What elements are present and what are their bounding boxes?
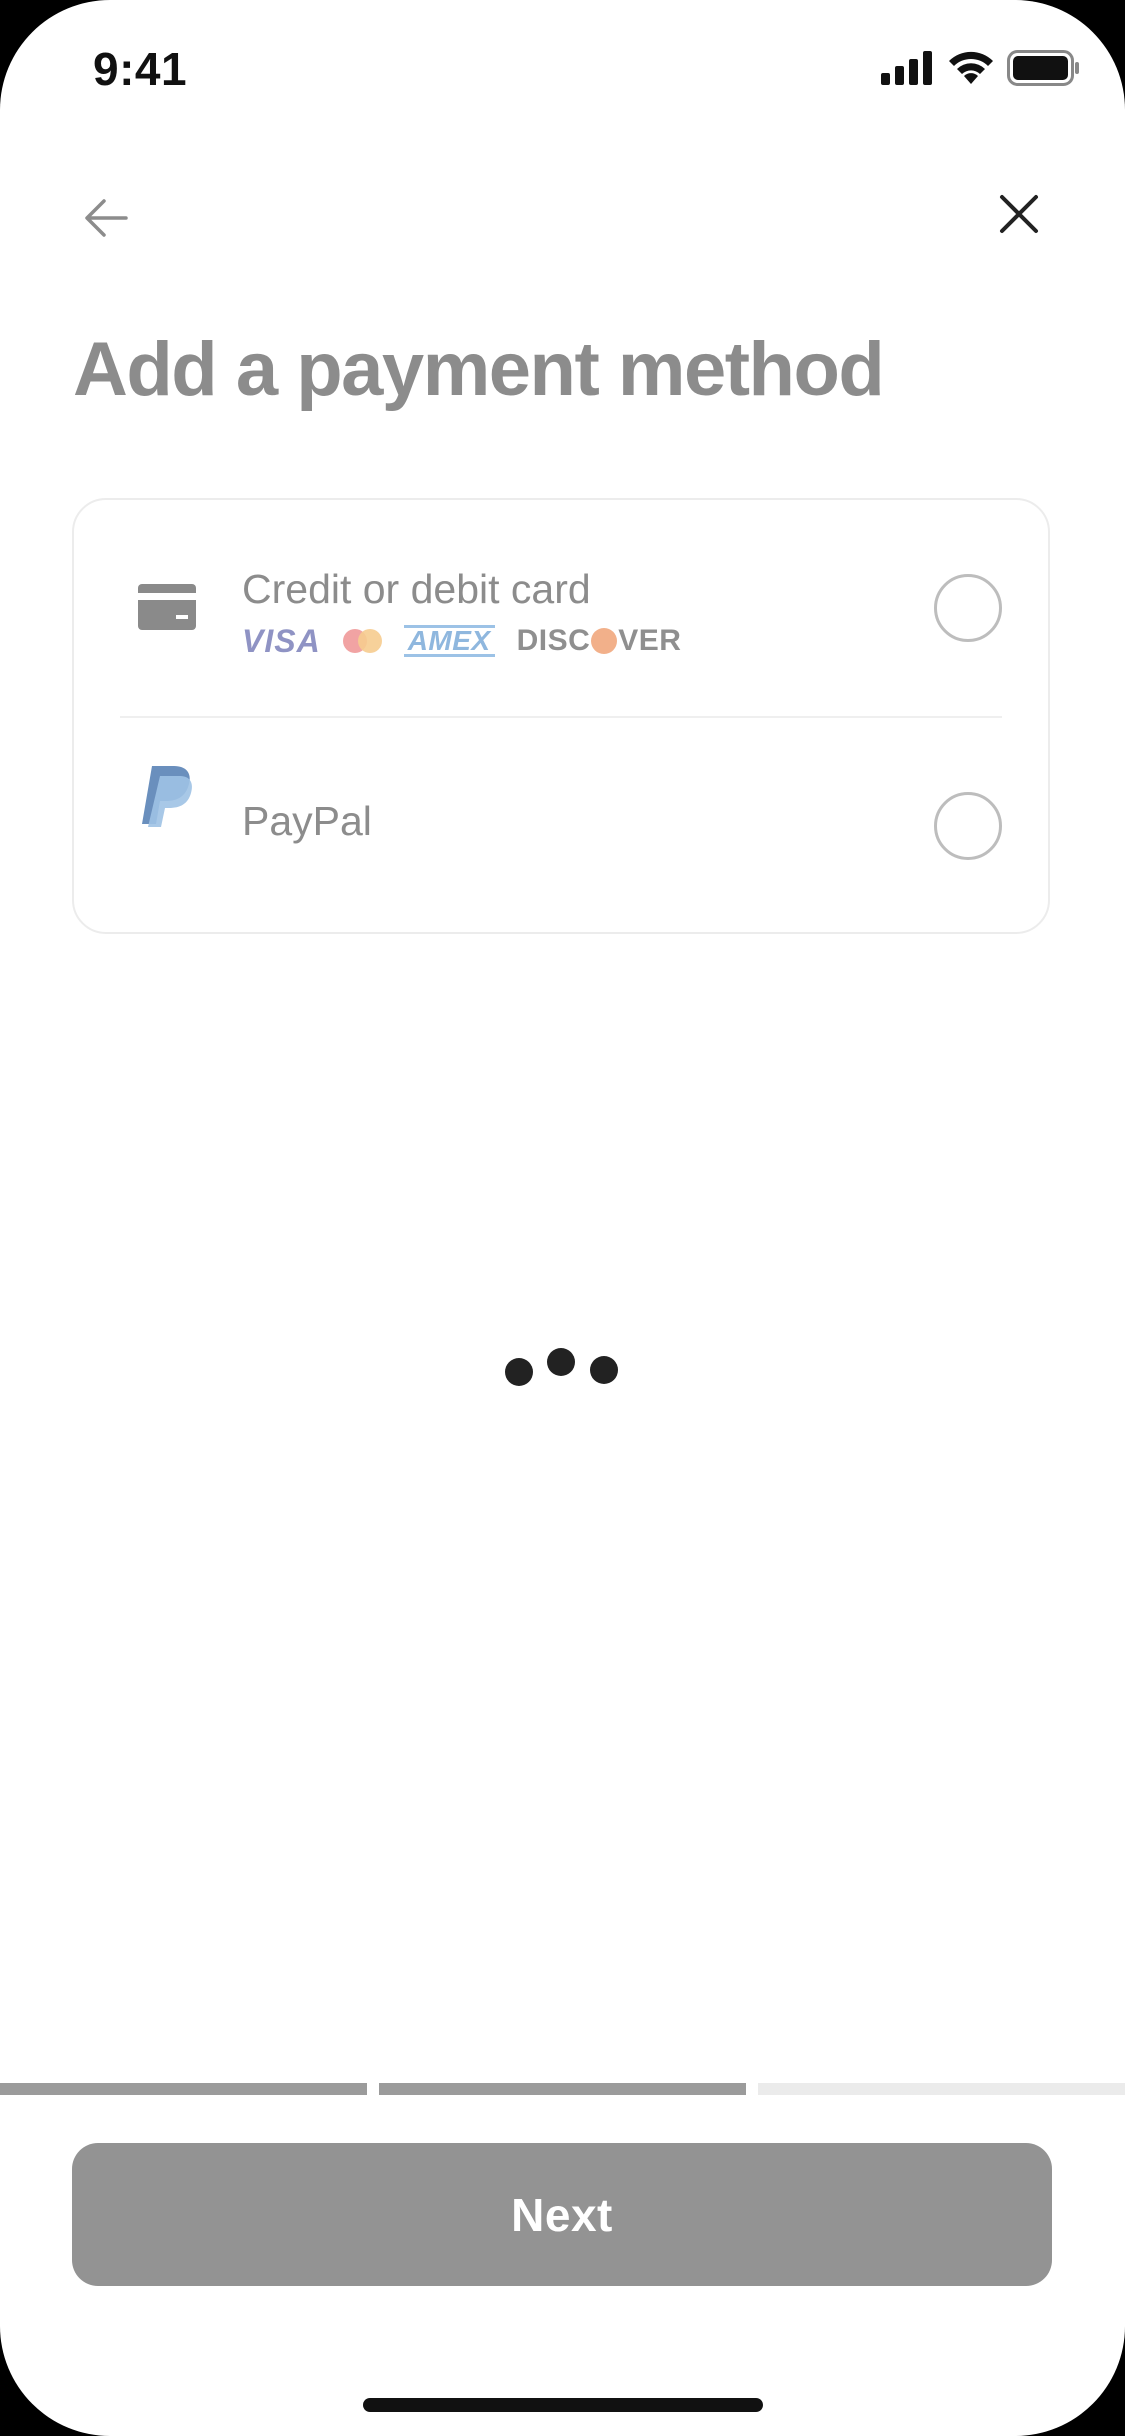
screen: 9:41 Add a payment method Credit or debi…	[0, 0, 1125, 2436]
status-time: 9:41	[93, 43, 188, 95]
radio-credit-card[interactable]	[934, 574, 1002, 642]
discover-logo: DISC VER	[517, 624, 682, 658]
progress-step	[0, 2083, 367, 2095]
progress-step	[758, 2083, 1125, 2095]
credit-card-icon	[138, 584, 196, 635]
discover-prefix: DISC	[516, 624, 591, 657]
visa-logo: VISA	[242, 622, 321, 659]
home-indicator	[363, 2398, 763, 2412]
loading-dot	[547, 1348, 575, 1376]
card-brand-logos: VISA AMEX DISC VER	[242, 622, 682, 659]
amex-logo: AMEX	[403, 625, 495, 657]
progress-bar	[0, 2083, 1125, 2095]
back-button[interactable]	[66, 180, 146, 260]
battery-icon	[1007, 49, 1081, 91]
mastercard-logo	[342, 629, 382, 653]
page-title: Add a payment method	[73, 327, 885, 412]
arrow-left-icon	[82, 196, 130, 245]
signal-icon	[881, 50, 935, 90]
paypal-icon	[138, 764, 194, 833]
option-credit-card[interactable]: Credit or debit card VISA AMEX DISC VER	[74, 500, 1048, 718]
progress-step	[379, 2083, 746, 2095]
next-button[interactable]: Next	[72, 2143, 1052, 2286]
option-label-paypal: PayPal	[242, 798, 372, 844]
status-icons	[881, 49, 1081, 91]
loading-dot	[505, 1358, 533, 1386]
discover-dot	[591, 628, 618, 654]
wifi-icon	[947, 50, 995, 91]
loading-dots-icon	[505, 1346, 625, 1386]
option-paypal[interactable]: PayPal	[74, 718, 1048, 934]
close-button[interactable]	[979, 176, 1059, 256]
close-icon	[999, 194, 1039, 239]
radio-paypal[interactable]	[934, 792, 1002, 860]
loading-dot	[590, 1356, 618, 1384]
option-label-card: Credit or debit card	[242, 566, 591, 612]
payment-options-card: Credit or debit card VISA AMEX DISC VER	[72, 498, 1050, 934]
discover-suffix: VER	[618, 624, 682, 657]
